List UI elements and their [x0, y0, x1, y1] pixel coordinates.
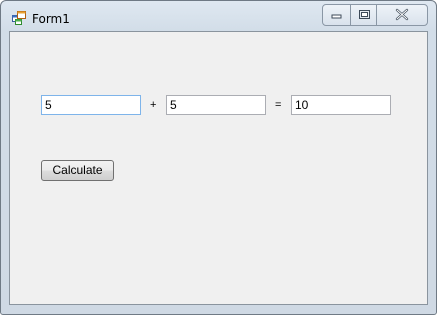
caption-buttons — [322, 4, 428, 26]
winforms-app-icon — [12, 11, 26, 25]
close-icon — [395, 8, 409, 21]
minimize-icon — [331, 14, 342, 19]
close-button[interactable] — [377, 5, 427, 25]
equals-label: = — [275, 99, 282, 111]
calculate-button[interactable]: Calculate — [41, 160, 114, 181]
form-client-area: + = Calculate — [9, 31, 428, 305]
plus-label: + — [150, 99, 157, 111]
result-textbox[interactable] — [291, 95, 391, 115]
maximize-button[interactable] — [351, 5, 377, 25]
operand2-textbox[interactable] — [166, 95, 266, 115]
window-title: Form1 — [32, 12, 70, 26]
minimize-button[interactable] — [323, 5, 351, 25]
title-bar[interactable]: Form1 — [1, 1, 436, 31]
maximize-icon — [359, 10, 370, 19]
operand1-textbox[interactable] — [41, 95, 141, 115]
form1-window: Form1 + = — [0, 0, 437, 315]
